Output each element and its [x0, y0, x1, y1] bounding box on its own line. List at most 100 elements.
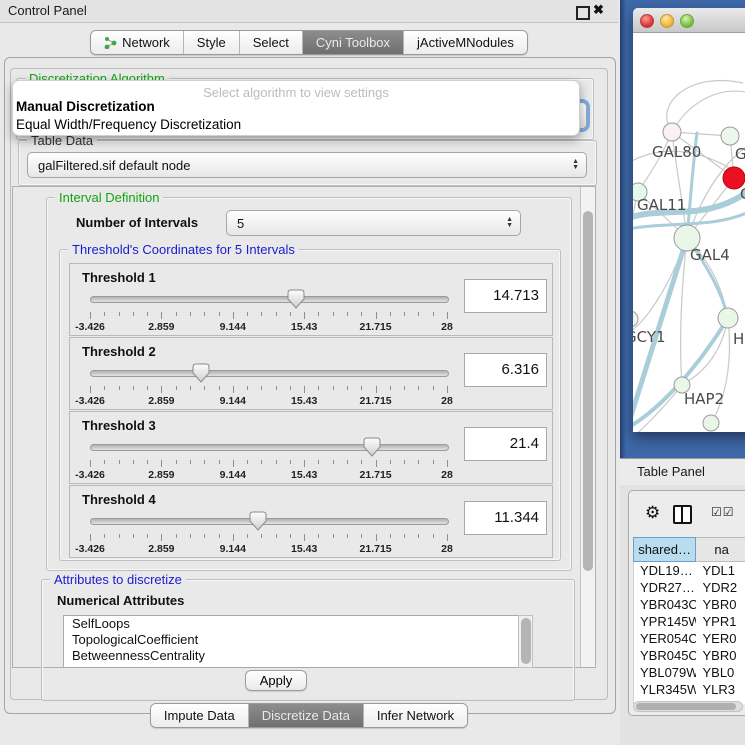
network-node-label: HAP2 [684, 390, 724, 408]
slider-thumb[interactable] [249, 511, 267, 531]
threshold-value-field[interactable]: 21.4 [464, 427, 547, 461]
tab-impute-data[interactable]: Impute Data [151, 704, 248, 727]
table-row[interactable]: YDR27…YDR2 [634, 579, 745, 596]
network-view-window[interactable]: GAL80GACGAL11GAL4GCY1HHAP2 [633, 8, 745, 432]
network-canvas[interactable]: GAL80GACGAL11GAL4GCY1HHAP2 [633, 33, 745, 432]
slider-tick [333, 312, 334, 316]
slider-tick [418, 534, 419, 538]
threshold-slider[interactable]: -3.4262.8599.14415.4321.71528 [90, 512, 447, 552]
numerical-attributes-list[interactable]: SelfLoopsTopologicalCoefficientBetweenne… [63, 615, 533, 668]
network-node[interactable] [633, 311, 638, 327]
network-node[interactable] [721, 127, 739, 145]
network-edge[interactable] [638, 132, 672, 192]
settings-vertical-scrollbar[interactable] [580, 187, 595, 667]
settings-scrollbar-thumb[interactable] [583, 211, 593, 571]
table-row[interactable]: YDL19…YDL1 [634, 562, 745, 579]
slider-tick-label: 2.859 [148, 321, 174, 333]
table-row[interactable]: YBR043CYBR0 [634, 596, 745, 613]
tab-discretize-data[interactable]: Discretize Data [248, 704, 363, 727]
algorithm-popup-item[interactable]: Manual Discretization [16, 99, 155, 114]
float-window-icon[interactable] [576, 6, 590, 20]
threshold-slider[interactable]: -3.4262.8599.14415.4321.71528 [90, 290, 447, 330]
slider-track[interactable] [90, 518, 449, 525]
slider-tick [90, 312, 91, 319]
network-window-titlebar[interactable] [633, 8, 745, 33]
table-column-header[interactable]: na [696, 537, 745, 562]
network-node[interactable] [663, 123, 681, 141]
table-row[interactable]: YBR045CYBR0 [634, 647, 745, 664]
attribute-list-item[interactable]: TopologicalCoefficient [64, 632, 532, 648]
slider-tick [333, 460, 334, 464]
slider-tick-label: -3.426 [75, 469, 105, 481]
attribute-list-item[interactable]: BetweennessCentrality [64, 648, 532, 664]
slider-tick-label: -3.426 [75, 395, 105, 407]
tab-network[interactable]: Network [91, 31, 183, 54]
tab-cyni-toolbox[interactable]: Cyni Toolbox [302, 31, 403, 54]
tab-style[interactable]: Style [183, 31, 239, 54]
split-columns-icon[interactable] [673, 505, 692, 524]
slider-thumb[interactable] [287, 289, 305, 309]
control-panel-title: Control Panel [8, 3, 87, 18]
slider-tick [376, 460, 377, 467]
network-node-label: C [740, 185, 745, 203]
tab-select[interactable]: Select [239, 31, 302, 54]
tab-jactivemnodules[interactable]: jActiveMNodules [403, 31, 527, 54]
slider-thumb[interactable] [192, 363, 210, 383]
close-icon[interactable]: ✖ [593, 2, 604, 18]
slider-tick [276, 460, 277, 464]
slider-track[interactable] [90, 296, 449, 303]
threshold-slider[interactable]: -3.4262.8599.14415.4321.71528 [90, 438, 447, 478]
select-columns-checkboxes-icon[interactable]: ☑☑ [711, 505, 735, 519]
slider-thumb[interactable] [363, 437, 381, 457]
threshold-value-field[interactable]: 6.316 [464, 353, 547, 387]
settings-scrollpane: Interval Definition Number of Intervals … [12, 186, 596, 668]
table-cell: YDR2 [696, 579, 745, 596]
network-icon [104, 36, 117, 49]
tab-infer-network[interactable]: Infer Network [363, 704, 467, 727]
algorithm-popup-item[interactable]: Equal Width/Frequency Discretization [16, 117, 241, 132]
table-hscrollbar-thumb[interactable] [636, 703, 736, 710]
slider-track[interactable] [90, 370, 449, 377]
table-row[interactable]: YLR345WYLR3 [634, 681, 745, 698]
slider-tick-label: 28 [441, 543, 453, 555]
table-row[interactable]: YPR145WYPR1 [634, 613, 745, 630]
slider-tick [290, 386, 291, 390]
gear-icon[interactable]: ⚙ [645, 503, 660, 523]
slider-tick [290, 460, 291, 464]
threshold-slider[interactable]: -3.4262.8599.14415.4321.71528 [90, 364, 447, 404]
attributes-list-scrollbar[interactable] [518, 615, 533, 668]
network-node[interactable] [718, 308, 738, 328]
minimize-traffic-light-icon[interactable] [660, 14, 674, 28]
network-edge[interactable] [667, 81, 743, 132]
zoom-traffic-light-icon[interactable] [680, 14, 694, 28]
threshold-value-field[interactable]: 14.713 [464, 279, 547, 313]
close-traffic-light-icon[interactable] [640, 14, 654, 28]
slider-tick [161, 534, 162, 541]
table-row[interactable]: YER054CYER0 [634, 630, 745, 647]
slider-tick [247, 386, 248, 390]
slider-tick [318, 386, 319, 390]
table-horizontal-scrollbar[interactable] [633, 701, 743, 712]
table-data-combobox[interactable]: galFiltered.sif default node ▲▼ [27, 152, 587, 178]
slider-tick [361, 312, 362, 316]
slider-tick [176, 534, 177, 538]
slider-tick [219, 460, 220, 464]
threshold-value-field[interactable]: 11.344 [464, 501, 547, 535]
apply-button[interactable]: Apply [245, 670, 307, 691]
slider-tick [104, 386, 105, 390]
table-row[interactable]: YBL079WYBL0 [634, 664, 745, 681]
number-of-intervals-combobox[interactable]: 5 ▲▼ [226, 210, 521, 236]
table-cell: YER054C [634, 630, 696, 647]
slider-tick [219, 386, 220, 390]
slider-tick [261, 312, 262, 316]
slider-tick [304, 534, 305, 541]
slider-tick-label: -3.426 [75, 543, 105, 555]
network-node[interactable] [703, 415, 719, 431]
slider-tick [119, 312, 120, 316]
table-panel-title: Table Panel [637, 464, 705, 479]
network-edge[interactable] [672, 91, 745, 132]
table-column-header[interactable]: shared… [633, 537, 696, 562]
slider-track[interactable] [90, 444, 449, 451]
algorithm-dropdown-popup: Select algorithm to view settings Manual… [12, 80, 580, 136]
attribute-list-item[interactable]: SelfLoops [64, 616, 532, 632]
